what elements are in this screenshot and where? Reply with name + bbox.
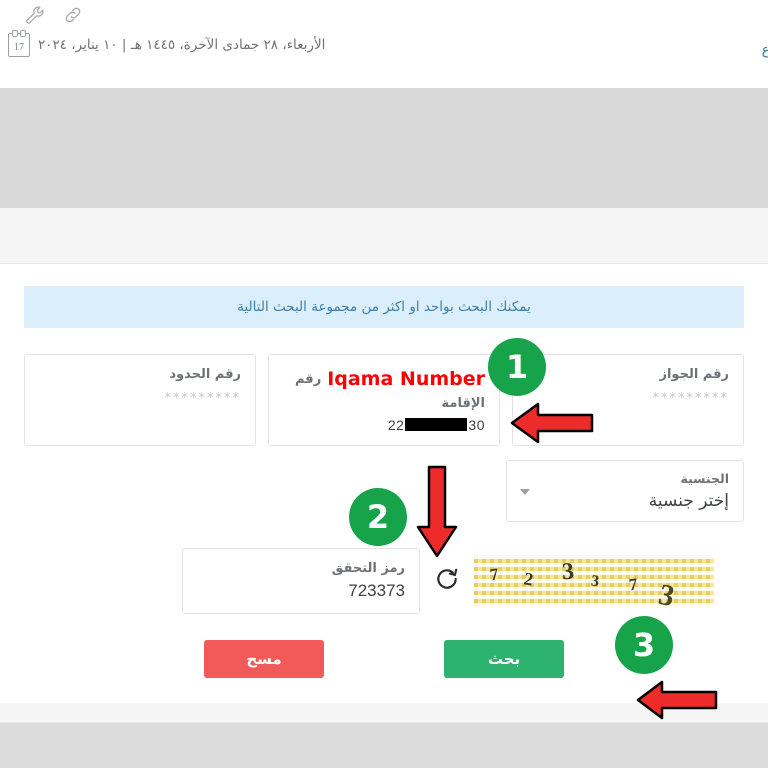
passport-number-label: رقم الجواز bbox=[659, 367, 729, 382]
footer-strip bbox=[0, 722, 768, 768]
captcha-digit: 3 bbox=[590, 572, 600, 591]
content-gap bbox=[0, 208, 768, 263]
search-form-card: يمكنك البحث بواحد او اكثر من مجموعة البح… bbox=[0, 263, 768, 703]
refresh-icon[interactable] bbox=[434, 566, 460, 596]
iqama-number-field[interactable]: Iqama Numberرقم الإقامة 22 30 bbox=[268, 354, 500, 446]
iqama-number-label: Iqama Numberرقم الإقامة bbox=[283, 365, 485, 413]
verification-code-field[interactable]: رمز التحقق 723373 bbox=[182, 548, 420, 614]
iqama-number-value: 22 30 bbox=[283, 417, 485, 433]
passport-number-placeholder: ********* bbox=[652, 390, 729, 406]
topbar-right-clipped-text: ع bbox=[761, 42, 768, 58]
tool-icon-group bbox=[24, 4, 84, 26]
captcha-digit: 2 bbox=[522, 568, 535, 590]
calendar-day-number: 17 bbox=[14, 42, 24, 53]
nationality-selected-value: إختر جنسية bbox=[648, 490, 729, 511]
wrench-icon[interactable] bbox=[24, 4, 46, 26]
link-icon[interactable] bbox=[62, 4, 84, 26]
chevron-down-icon[interactable] bbox=[520, 489, 530, 495]
info-banner: يمكنك البحث بواحد او اكثر من مجموعة البح… bbox=[24, 286, 744, 328]
form-buttons-row: بحث مسح bbox=[24, 639, 744, 700]
iqama-value-redaction-bar bbox=[405, 418, 468, 431]
iqama-value-suffix: 30 bbox=[468, 417, 485, 433]
nationality-row: الجنسية إختر جنسية bbox=[24, 460, 744, 522]
iqama-number-english-annotation: Iqama Number bbox=[327, 368, 485, 390]
iqama-value-prefix: 22 bbox=[387, 417, 405, 433]
date-display: 17 الأربعاء، ٢٨ جمادى الآخرة، ١٤٤٥ هـ | … bbox=[8, 30, 326, 57]
date-text: الأربعاء، ٢٨ جمادى الآخرة، ١٤٤٥ هـ | ١٠ … bbox=[38, 37, 326, 53]
search-button[interactable]: بحث bbox=[444, 639, 564, 678]
border-number-field[interactable]: رقم الحدود ********* bbox=[24, 354, 256, 446]
nationality-label: الجنسية bbox=[680, 471, 730, 486]
top-bar: 17 الأربعاء، ٢٨ جمادى الآخرة، ١٤٤٥ هـ | … bbox=[0, 0, 768, 88]
verification-code-value: 723373 bbox=[348, 580, 405, 600]
number-fields-row: رقم الجواز ********* Iqama Numberرقم الإ… bbox=[24, 354, 744, 446]
border-number-label: رقم الحدود bbox=[169, 367, 241, 382]
verification-code-label: رمز التحقق bbox=[331, 561, 405, 576]
captcha-digit: 7 bbox=[627, 574, 639, 595]
nationality-select[interactable]: الجنسية إختر جنسية bbox=[506, 460, 744, 522]
captcha-digit: 7 bbox=[488, 564, 500, 585]
hero-placeholder-block bbox=[0, 88, 768, 208]
captcha-row: 7 2 3 3 7 3 رمز التحقق 723373 bbox=[24, 548, 744, 614]
calendar-icon: 17 bbox=[8, 30, 30, 57]
captcha-digit: 3 bbox=[655, 577, 678, 607]
border-number-placeholder: ********* bbox=[164, 390, 241, 406]
captcha-digit: 3 bbox=[561, 558, 575, 586]
captcha-image: 7 2 3 3 7 3 bbox=[474, 554, 714, 607]
passport-number-field[interactable]: رقم الجواز ********* bbox=[512, 354, 744, 446]
clear-button[interactable]: مسح bbox=[204, 639, 324, 678]
